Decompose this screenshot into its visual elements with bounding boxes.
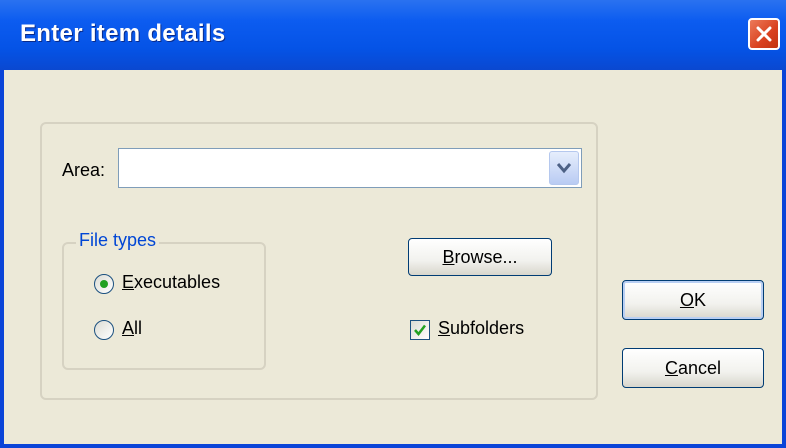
executables-label[interactable]: Executables	[122, 272, 220, 293]
browse-button[interactable]: Browse...	[408, 238, 552, 276]
area-combobox[interactable]	[118, 148, 582, 188]
cancel-button[interactable]: Cancel	[622, 348, 764, 388]
executables-radio[interactable]	[94, 274, 114, 294]
checkmark-icon	[414, 324, 426, 336]
radio-selected-dot	[100, 280, 108, 288]
all-label[interactable]: All	[122, 318, 142, 339]
ok-button[interactable]: OK	[622, 280, 764, 320]
subfolders-checkbox[interactable]	[410, 320, 430, 340]
area-label: Area:	[62, 160, 106, 180]
file-types-group	[62, 242, 266, 370]
area-dropdown-button[interactable]	[549, 151, 579, 185]
file-types-legend: File types	[76, 230, 160, 251]
chevron-down-icon	[557, 163, 571, 174]
dialog-title: Enter item details	[20, 20, 226, 47]
title-bar[interactable]: Enter item details	[0, 0, 786, 70]
close-button[interactable]	[748, 18, 780, 50]
close-icon	[756, 26, 772, 42]
all-radio[interactable]	[94, 320, 114, 340]
subfolders-label[interactable]: Subfolders	[438, 318, 524, 339]
